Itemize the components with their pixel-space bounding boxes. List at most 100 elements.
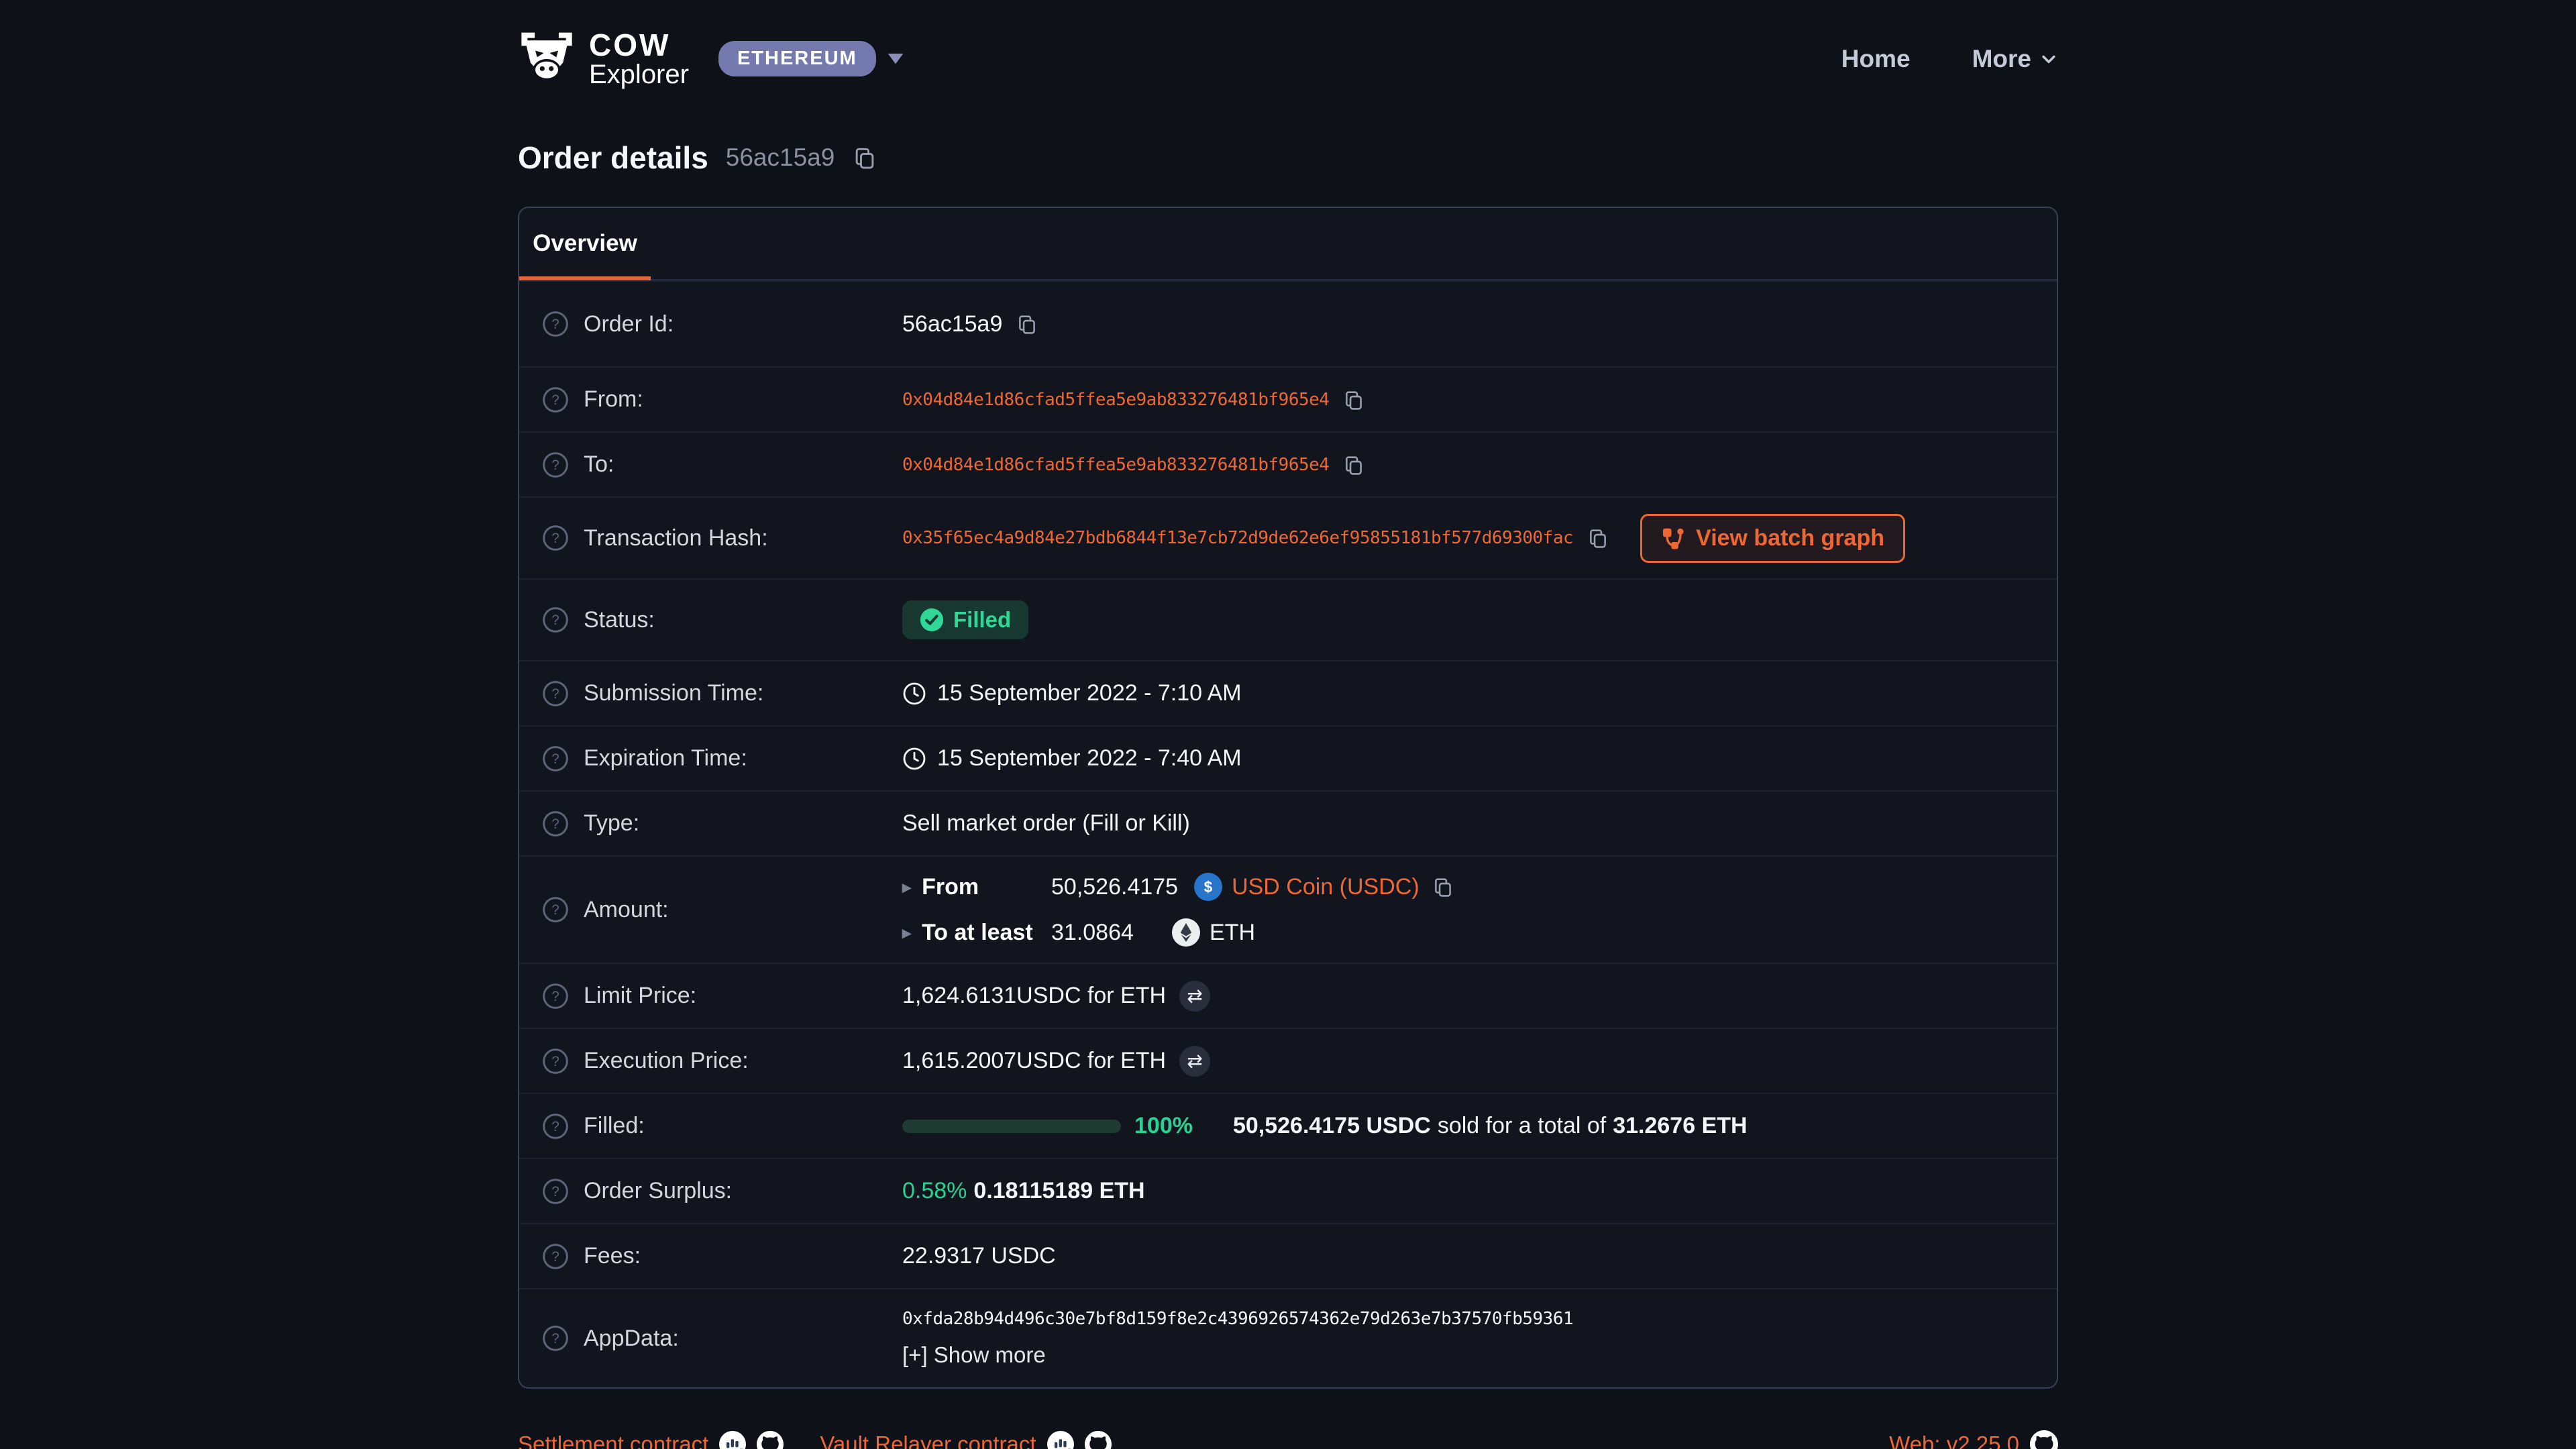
row-from: ? From: 0x04d84e1d86cfad5ffea5e9ab833276… [519,366,2057,431]
copy-icon[interactable] [1016,313,1038,335]
svg-text:?: ? [551,751,559,767]
etherscan-icon[interactable] [719,1431,746,1449]
svg-text:?: ? [551,1054,559,1069]
execution-price-value: 1,615.2007USDC for ETH [902,1048,1166,1074]
amount-from-line: ▸ From 50,526.4175 $ USD Coin (USDC) [902,873,1454,901]
svg-text:?: ? [551,686,559,702]
amount-to-value: 31.0864 [1051,920,1172,946]
copy-icon[interactable] [1432,875,1454,898]
nav-home[interactable]: Home [1841,45,1911,73]
row-limit-price: ? Limit Price: 1,624.6131USDC for ETH ⇄ [519,963,2057,1028]
filled-amount-sold: 50,526.4175 USDC [1233,1113,1431,1139]
github-icon[interactable] [2030,1430,2058,1449]
help-icon[interactable]: ? [542,1243,569,1270]
help-icon[interactable]: ? [542,311,569,337]
cow-logo-icon [518,32,576,86]
svg-text:?: ? [551,612,559,628]
clock-icon [902,747,926,771]
nav-more[interactable]: More [1972,45,2058,73]
copy-icon[interactable] [852,145,877,170]
amount-from-label: From [922,874,979,900]
svg-text:?: ? [551,1249,559,1265]
swap-price-icon[interactable]: ⇄ [1179,1046,1210,1077]
web-version-link[interactable]: Web: v2.25.0 [1889,1432,2019,1449]
usdc-token-link[interactable]: USD Coin (USDC) [1232,874,1419,900]
header: COW Explorer ETHEREUM Home More [518,0,2058,94]
triangle-icon: ▸ [902,877,911,898]
help-icon[interactable]: ? [542,1113,569,1140]
row-appdata: ? AppData: 0xfda28b94d496c30e7bf8d159f8e… [519,1288,2057,1387]
row-label-text: Order Id: [584,311,674,337]
amount-from-value: 50,526.4175 [1051,874,1178,900]
row-submission-time: ? Submission Time: 15 September 2022 - 7… [519,660,2057,725]
help-icon[interactable]: ? [542,1325,569,1352]
order-id-value: 56ac15a9 [902,311,1002,337]
row-label-text: Transaction Hash: [584,525,768,551]
help-icon[interactable]: ? [542,680,569,707]
show-more-link[interactable]: [+] Show more [902,1342,1573,1368]
from-address-link[interactable]: 0x04d84e1d86cfad5ffea5e9ab833276481bf965… [902,390,1329,410]
etherscan-icon[interactable] [1047,1431,1074,1449]
row-expiration-time: ? Expiration Time: 15 September 2022 - 7… [519,725,2057,790]
github-icon[interactable] [757,1431,784,1449]
settlement-contract-link[interactable]: Settlement contract [518,1432,708,1449]
help-icon[interactable]: ? [542,525,569,551]
row-order-surplus: ? Order Surplus: 0.58% 0.18115189 ETH [519,1158,2057,1223]
usdc-icon: $ [1194,873,1222,901]
order-details-card: Overview ? Order Id: 56ac15a9 ? [518,207,2058,1389]
status-badge: Filled [902,600,1028,639]
row-transaction-hash: ? Transaction Hash: 0x35f65ec4a9d84e27bd… [519,496,2057,578]
eth-token-label: ETH [1210,920,1255,946]
filled-total: 31.2676 ETH [1613,1113,1747,1139]
surplus-value: 0.18115189 ETH [973,1178,1144,1204]
row-label-text: Order Surplus: [584,1178,732,1204]
copy-icon[interactable] [1587,527,1609,549]
help-icon[interactable]: ? [542,1048,569,1075]
help-icon[interactable]: ? [542,451,569,478]
tx-hash-link[interactable]: 0x35f65ec4a9d84e27bdb6844f13e7cb72d9de62… [902,528,1573,548]
expiration-time-value: 15 September 2022 - 7:40 AM [937,745,1242,771]
status-text: Filled [953,607,1011,633]
row-label-text: To: [584,451,614,478]
limit-price-value: 1,624.6131USDC for ETH [902,983,1166,1009]
network-selector[interactable]: ETHEREUM [718,41,904,76]
svg-text:?: ? [551,989,559,1004]
brand-logo[interactable]: COW Explorer [518,30,689,89]
row-label-text: Submission Time: [584,680,763,706]
filled-middle-text: sold for a total of [1438,1113,1606,1139]
github-icon[interactable] [1085,1431,1112,1449]
help-icon[interactable]: ? [542,386,569,413]
view-batch-graph-button[interactable]: View batch graph [1640,514,1905,563]
help-icon[interactable]: ? [542,983,569,1010]
copy-icon[interactable] [1342,388,1365,411]
help-icon[interactable]: ? [542,1178,569,1205]
svg-text:$: $ [1204,878,1213,896]
submission-time-value: 15 September 2022 - 7:10 AM [937,680,1242,706]
help-icon[interactable]: ? [542,606,569,633]
tab-bar: Overview [519,208,2057,280]
swap-price-icon[interactable]: ⇄ [1179,981,1210,1012]
filled-percent: 100% [1134,1113,1193,1139]
help-icon[interactable]: ? [542,896,569,923]
row-status: ? Status: Filled [519,578,2057,660]
to-address-link[interactable]: 0x04d84e1d86cfad5ffea5e9ab833276481bf965… [902,455,1329,475]
amount-to-label: To at least [922,920,1033,946]
vault-relayer-contract-link[interactable]: Vault Relayer contract [820,1432,1036,1449]
help-icon[interactable]: ? [542,810,569,837]
surplus-percent: 0.58% [902,1178,967,1204]
clock-icon [902,682,926,706]
row-label-text: Expiration Time: [584,745,747,771]
row-label-text: Limit Price: [584,983,696,1009]
row-label-text: Status: [584,607,655,633]
filled-progress-bar [902,1120,1121,1133]
svg-text:?: ? [551,902,559,918]
network-badge[interactable]: ETHEREUM [718,41,876,76]
vault-relayer-contract-group: Vault Relayer contract [820,1431,1111,1449]
brand-subtitle: Explorer [589,61,689,89]
help-icon[interactable]: ? [542,745,569,772]
row-fees: ? Fees: 22.9317 USDC [519,1223,2057,1288]
nav-more-label: More [1972,45,2031,73]
check-circle-icon [920,608,944,632]
tab-overview[interactable]: Overview [519,208,651,279]
copy-icon[interactable] [1342,453,1365,476]
